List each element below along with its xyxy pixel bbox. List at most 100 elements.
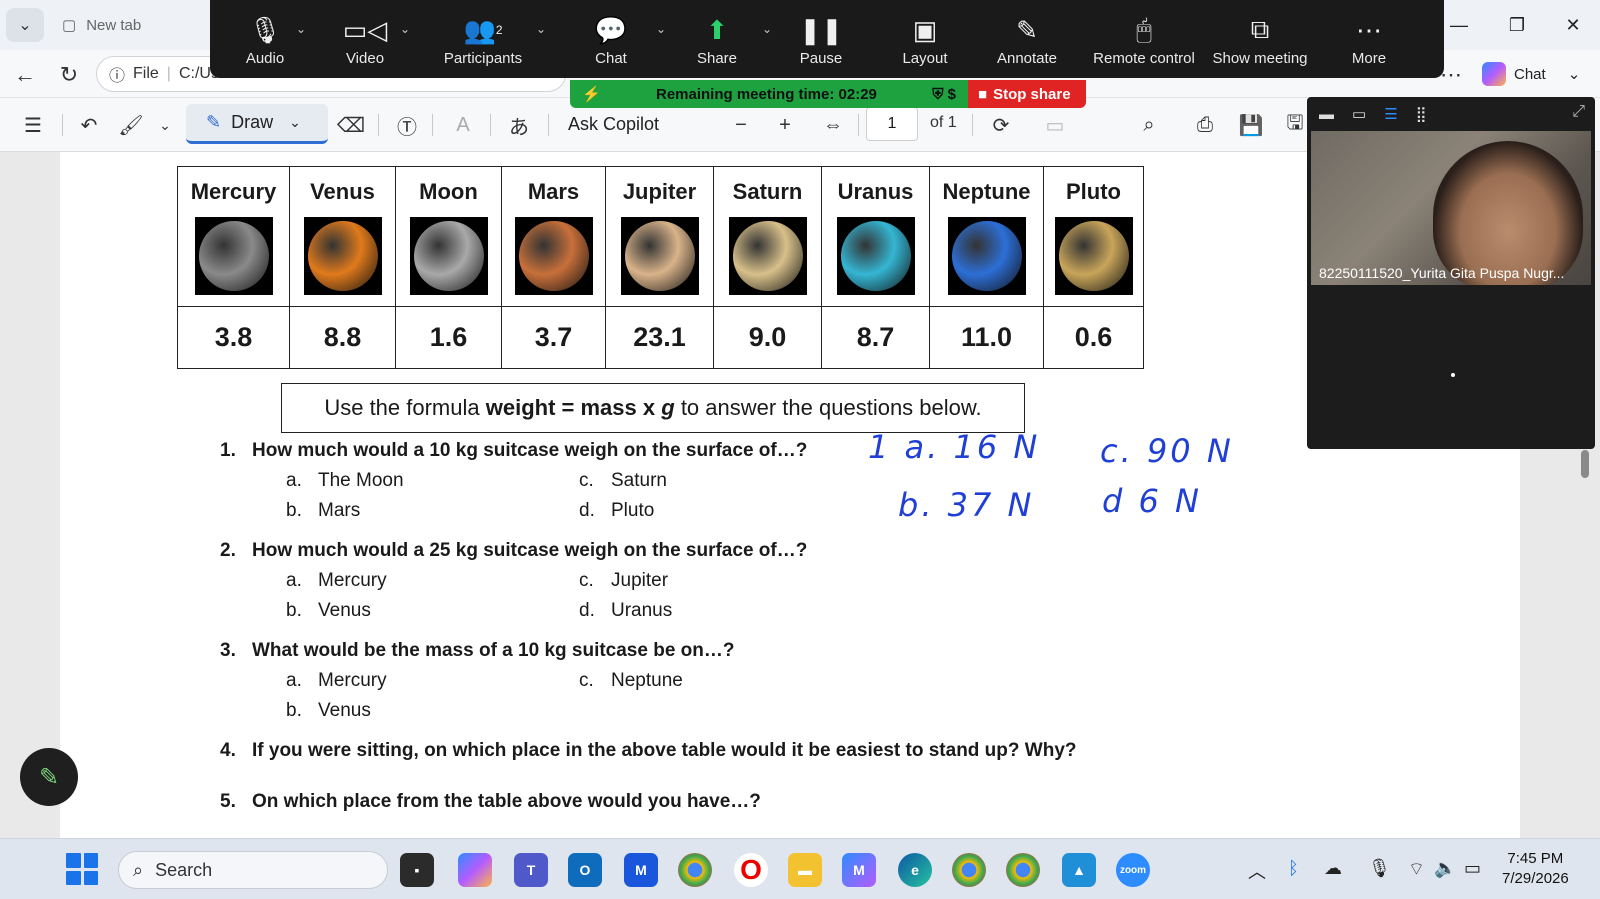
question-number: 1. [220, 440, 236, 461]
planet-cell: Saturn [713, 166, 822, 307]
zoom-in-icon[interactable]: + [770, 110, 800, 140]
file-explorer-icon[interactable]: ▬ [788, 853, 822, 887]
highlight-dropdown-icon[interactable]: ⌄ [150, 110, 180, 140]
teams-icon[interactable]: T [514, 853, 548, 887]
cloud-off-icon[interactable]: ☁ [1324, 858, 1342, 879]
toolbar-separator [62, 114, 63, 136]
gravity-value: 8.8 [289, 306, 396, 369]
formula-box: Use the formula weight = mass x g to ans… [281, 383, 1025, 433]
audio-options-caret[interactable]: ⌄ [296, 22, 306, 36]
draw-button[interactable]: ✎ Draw ⌄ [186, 104, 328, 144]
close-window-button[interactable]: ✕ [1558, 10, 1588, 40]
highlight-icon[interactable]: 🖌 [116, 110, 146, 140]
zoom-chat-button[interactable]: 💬 Chat [556, 10, 666, 68]
bluetooth-icon[interactable]: ᛒ [1288, 858, 1299, 879]
chrome-icon-2[interactable] [1006, 853, 1040, 887]
tab-title: New tab [86, 16, 142, 34]
taskbar-search[interactable]: ⌕ Search [118, 851, 388, 889]
chrome-icon[interactable] [678, 853, 712, 887]
zoom-show-meeting-button[interactable]: ⧉ Show meeting [1198, 10, 1322, 67]
expand-icon[interactable]: ⤢ [1572, 103, 1585, 121]
scrollbar-thumb[interactable] [1581, 450, 1589, 478]
video-options-caret[interactable]: ⌄ [400, 22, 410, 36]
stop-share-button[interactable]: ■ Stop share [968, 80, 1086, 108]
zoom-video-button[interactable]: ▭◁ Video [310, 10, 420, 68]
zoom-app-icon[interactable]: zoom [1116, 853, 1150, 887]
gallery-view-icon[interactable]: ⣿ [1416, 105, 1427, 123]
outlook-icon[interactable]: O [568, 853, 602, 887]
minimize-video-icon[interactable]: ▬ [1319, 106, 1334, 123]
back-arrow-icon[interactable]: ← [10, 60, 40, 90]
microphone-tray-icon[interactable]: 🎙 [1368, 858, 1391, 879]
planet-orb [840, 221, 911, 291]
zoom-video-panel[interactable]: ▬ ▭ ☰ ⣿ ⤢ 82250111520_Yurita Gita Puspa … [1307, 97, 1595, 449]
task-view-icon[interactable]: ▪ [400, 853, 434, 887]
chat-bubble-icon: 💬 [594, 14, 628, 45]
edge-icon[interactable]: e [898, 853, 932, 887]
read-aloud-icon[interactable]: A [448, 110, 478, 140]
planet-name: Moon [419, 179, 478, 204]
chrome-profile-icon[interactable] [952, 853, 986, 887]
planet-cell: Mars [501, 166, 606, 307]
zoom-chat-label: Chat [595, 50, 627, 67]
zoom-remote-control-button[interactable]: 🖱 Remote control [1084, 10, 1204, 67]
zoom-participants-button[interactable]: 👥 2 Participants [428, 10, 538, 68]
copilot-app-icon[interactable] [458, 853, 492, 887]
photos-icon[interactable]: ▲ [1062, 853, 1096, 887]
search-icon[interactable]: ⌕ [1134, 110, 1164, 140]
text-box-icon[interactable]: Ⓣ [392, 110, 422, 140]
refresh-icon[interactable]: ↻ [54, 60, 84, 90]
ask-copilot-button[interactable]: Ask Copilot [568, 114, 659, 135]
option-letter: d. [579, 500, 595, 521]
tray-overflow-icon[interactable]: ︿ [1248, 858, 1266, 884]
zoom-layout-label: Layout [902, 50, 948, 67]
shield-icon: ⛨ $ [932, 85, 956, 103]
restore-button[interactable]: ❐ [1502, 10, 1532, 40]
page-number-input[interactable]: 1 [866, 107, 918, 141]
volume-icon[interactable]: 🔈 [1434, 858, 1456, 879]
answer-option: d. Uranus [579, 600, 672, 622]
zoom-out-icon[interactable]: − [726, 110, 756, 140]
save-icon[interactable]: 💾 [1236, 110, 1266, 140]
participant-face [1433, 141, 1583, 285]
planet-orb [198, 221, 269, 291]
wifi-icon[interactable]: ⌔ [1408, 858, 1425, 881]
option-letter: c. [579, 570, 594, 591]
draw-pen-fab[interactable]: ✎ [20, 748, 78, 806]
zoom-layout-button[interactable]: ▣ Layout [870, 10, 980, 68]
copilot-icon [1482, 62, 1506, 86]
speaker-view-icon[interactable]: ▭ [1352, 105, 1366, 123]
zoom-annotate-button[interactable]: ✎ Annotate [972, 10, 1082, 68]
rotate-icon[interactable]: ⟳ [986, 110, 1016, 140]
zoom-audio-button[interactable]: 🎙 Audio [210, 10, 320, 68]
page-view-icon[interactable]: ▭ [1040, 110, 1070, 140]
fit-width-icon[interactable]: ⇔ [818, 110, 848, 140]
zoom-share-button[interactable]: ⬆ Share [662, 10, 772, 68]
browser-tab[interactable]: ▢ New tab [56, 8, 206, 42]
participants-options-caret[interactable]: ⌄ [536, 22, 546, 36]
contents-list-icon[interactable]: ☰ [18, 110, 48, 140]
editor-app-icon[interactable]: M [624, 853, 658, 887]
strip-view-icon[interactable]: ☰ [1384, 105, 1397, 123]
zoom-more-button[interactable]: ⋯ More [1314, 10, 1424, 68]
print-icon[interactable]: ⎙ [1190, 110, 1220, 140]
zoom-pause-button[interactable]: ❚❚ Pause [766, 10, 876, 68]
tab-list-dropdown[interactable]: ⌄ [6, 8, 44, 42]
eraser-icon[interactable]: ⌫ [336, 110, 366, 140]
battery-icon[interactable]: ▭ [1464, 858, 1481, 879]
opera-icon[interactable]: O [734, 853, 768, 887]
option-text: Pluto [611, 500, 655, 521]
save-as-icon[interactable]: 🖫 [1280, 110, 1310, 140]
handwritten-answer-1a: 1 a. 16 N [868, 428, 1041, 466]
copilot-chat-button[interactable]: Chat ⌄ [1482, 58, 1580, 90]
question-2: 2. How much would a 25 kg suitcase weigh … [220, 540, 807, 562]
undo-icon[interactable]: ↶ [74, 110, 104, 140]
minimize-button[interactable]: — [1444, 10, 1474, 40]
planet-orb [1058, 221, 1129, 291]
translate-icon[interactable]: あ [504, 110, 534, 140]
handwritten-answer-1d: d 6 N [1102, 482, 1202, 520]
m365-icon[interactable]: M [842, 853, 876, 887]
start-button[interactable] [66, 853, 98, 885]
taskbar-clock[interactable]: 7:45 PM 7/29/2026 [1502, 849, 1569, 889]
handwritten-answer-1c: c. 90 N [1100, 432, 1234, 470]
